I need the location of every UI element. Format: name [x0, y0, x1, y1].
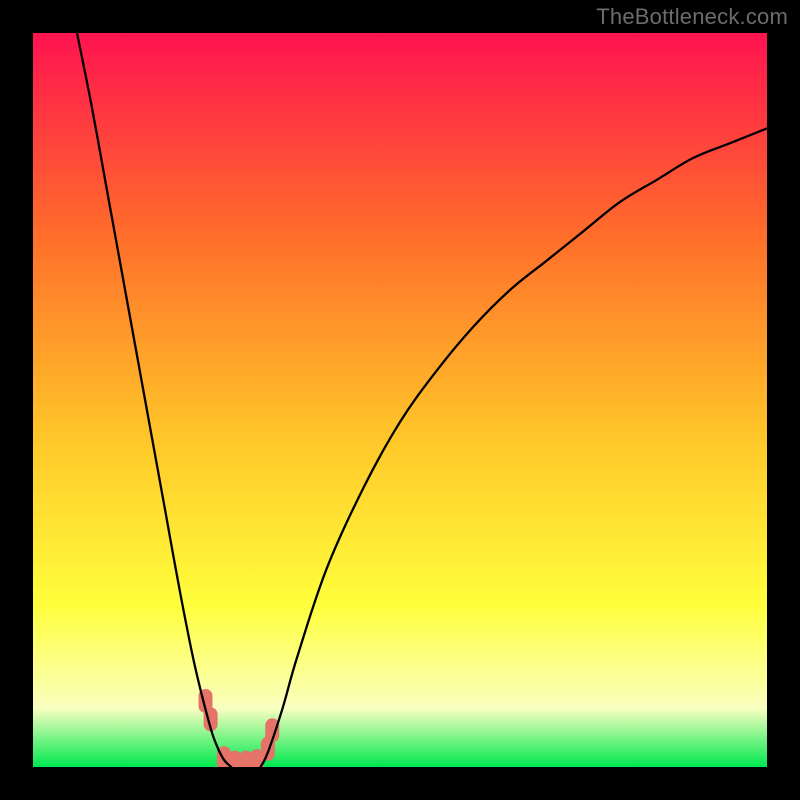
plot-area: [33, 33, 767, 767]
gradient-background: [33, 33, 767, 767]
outer-frame: TheBottleneck.com: [0, 0, 800, 800]
watermark-text: TheBottleneck.com: [596, 4, 788, 30]
plot-svg: [33, 33, 767, 767]
